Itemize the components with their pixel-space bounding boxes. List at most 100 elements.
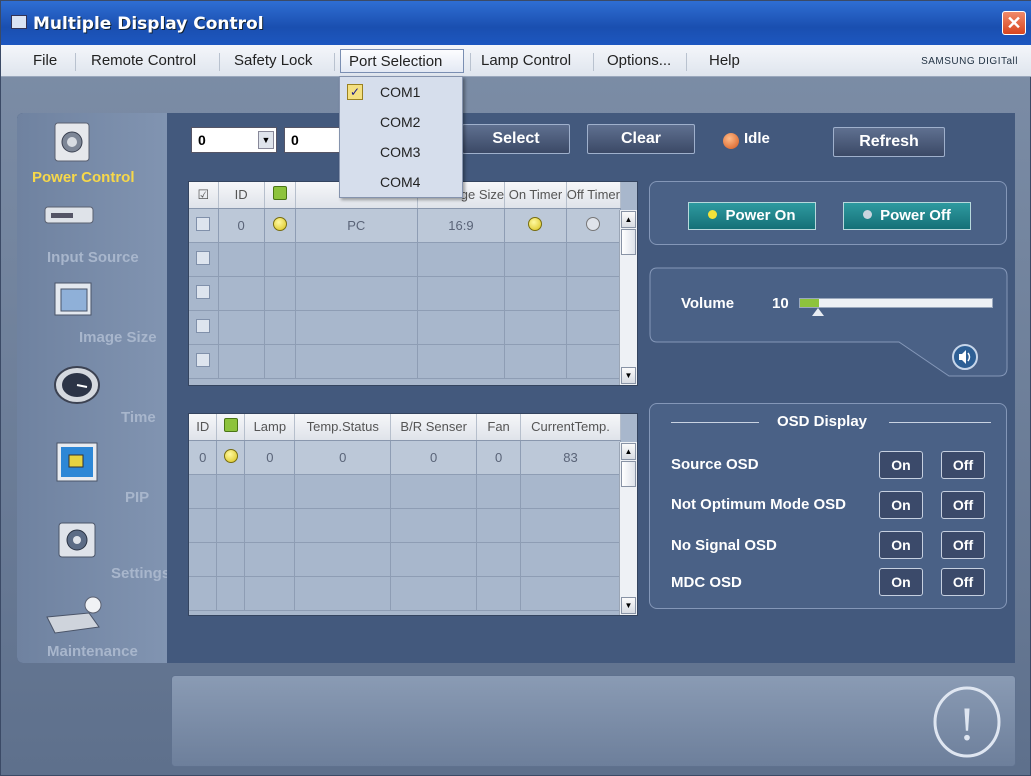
row-checkbox[interactable] — [196, 284, 211, 299]
menu-help[interactable]: Help — [701, 49, 748, 73]
cell-lamp: 0 — [244, 440, 296, 475]
volume-slider-thumb[interactable] — [812, 308, 824, 316]
port-option-com4[interactable]: COM4 — [340, 167, 462, 197]
not-optimum-osd-off-button[interactable]: Off — [941, 491, 985, 519]
no-signal-osd-on-button[interactable]: On — [879, 531, 923, 559]
scroll-thumb[interactable] — [621, 229, 636, 255]
cell-br-sensor: 0 — [390, 440, 478, 475]
speaker-icon[interactable] — [951, 343, 979, 371]
power-off-button[interactable]: Power Off — [843, 202, 971, 230]
source-osd-on-button[interactable]: On — [879, 451, 923, 479]
time-icon — [54, 366, 100, 404]
row-checkbox[interactable] — [196, 318, 211, 333]
sidebar: Power Control Input Source Image Size Ti… — [17, 113, 170, 663]
no-signal-osd-off-button[interactable]: Off — [941, 531, 985, 559]
menu-lamp-control[interactable]: Lamp Control — [473, 49, 579, 73]
scroll-up-icon[interactable]: ▲ — [621, 443, 636, 460]
refresh-button[interactable]: Refresh — [833, 127, 945, 157]
power-off-label: Power Off — [880, 207, 951, 224]
app-window: Multiple Display Control ✕ File Remote C… — [0, 0, 1031, 776]
table-row[interactable] — [189, 508, 621, 543]
pip-icon — [56, 442, 98, 482]
scroll-thumb[interactable] — [621, 461, 636, 487]
sidebar-item-image-size[interactable]: Image Size — [17, 273, 167, 351]
sidebar-item-pip[interactable]: PIP — [17, 433, 167, 511]
sidebar-label: Power Control — [32, 169, 135, 186]
volume-label: Volume — [681, 295, 735, 312]
port-option-label: COM3 — [380, 144, 421, 160]
scroll-up-icon[interactable]: ▲ — [621, 211, 636, 228]
cell-id: 0 — [189, 440, 218, 475]
status-text: Idle — [744, 130, 770, 147]
status-grid: ID Lamp Temp.Status B/R Senser Fan Curre… — [188, 413, 638, 616]
table-row[interactable] — [189, 310, 622, 345]
menu-port-selection[interactable]: Port Selection — [340, 49, 464, 73]
port-option-label: COM4 — [380, 174, 421, 190]
port-option-com3[interactable]: COM3 — [340, 137, 462, 167]
menu-separator — [75, 53, 76, 71]
power-on-button[interactable]: Power On — [688, 202, 816, 230]
column-header: Lamp — [244, 414, 296, 441]
mdc-osd-off-button[interactable]: Off — [941, 568, 985, 596]
vertical-scrollbar[interactable]: ▲ ▼ — [619, 442, 637, 615]
status-indicator-icon — [723, 133, 739, 149]
port-selection-dropdown: ✓ COM1 COM2 COM3 COM4 — [339, 76, 463, 198]
table-row[interactable] — [189, 542, 621, 577]
table-row[interactable] — [189, 242, 622, 277]
row-checkbox[interactable] — [196, 216, 211, 231]
close-button[interactable]: ✕ — [1002, 11, 1026, 35]
cell-temp-status: 0 — [294, 440, 392, 475]
maintenance-icon — [46, 596, 102, 634]
select-button[interactable]: Select — [462, 124, 570, 154]
table-row[interactable]: 0 0 0 0 0 83 — [189, 440, 621, 475]
select-all-checkbox[interactable]: ☑ — [189, 182, 219, 209]
scroll-down-icon[interactable]: ▼ — [621, 597, 636, 614]
port-option-com1[interactable]: ✓ COM1 — [340, 77, 462, 107]
row-checkbox[interactable] — [196, 352, 211, 367]
sidebar-item-settings[interactable]: Settings — [17, 513, 170, 591]
column-header: ID — [189, 414, 218, 441]
cell-id: 0 — [218, 208, 265, 243]
menu-file[interactable]: File — [25, 49, 65, 73]
dropdown-arrow-icon[interactable]: ▼ — [258, 131, 274, 149]
samsung-logo: SAMSUNG DIGITall — [921, 56, 1018, 67]
table-row[interactable] — [189, 474, 621, 509]
power-on-label: Power On — [725, 207, 796, 224]
cell-fan: 0 — [476, 440, 522, 475]
table-row[interactable] — [189, 344, 622, 379]
clear-button[interactable]: Clear — [587, 124, 695, 154]
menu-separator — [686, 53, 687, 71]
cell-image-size: 16:9 — [417, 208, 506, 243]
display-id-start-combo[interactable]: 0 ▼ — [191, 127, 277, 153]
menu-safety-lock[interactable]: Safety Lock — [226, 49, 320, 73]
sidebar-label: Time — [121, 409, 156, 426]
table-row[interactable] — [189, 276, 622, 311]
info-glyph: ! — [959, 698, 975, 751]
column-header: On Timer — [504, 182, 567, 209]
source-osd-off-button[interactable]: Off — [941, 451, 985, 479]
divider — [889, 422, 991, 423]
sidebar-item-time[interactable]: Time — [17, 353, 167, 431]
volume-value: 10 — [772, 295, 789, 312]
divider — [671, 422, 759, 423]
menu-options[interactable]: Options... — [599, 49, 679, 73]
sidebar-item-maintenance[interactable]: Maintenance — [17, 583, 167, 661]
column-header: CurrentTemp. — [520, 414, 621, 441]
table-row[interactable]: 0 PC 16:9 — [189, 208, 622, 243]
port-option-com2[interactable]: COM2 — [340, 107, 462, 137]
sidebar-item-power-control[interactable]: Power Control — [17, 113, 167, 191]
scroll-down-icon[interactable]: ▼ — [621, 367, 636, 384]
cell-input: PC — [295, 208, 418, 243]
menu-remote-control[interactable]: Remote Control — [83, 49, 204, 73]
mdc-osd-on-button[interactable]: On — [879, 568, 923, 596]
volume-slider[interactable] — [799, 298, 993, 308]
vertical-scrollbar[interactable]: ▲ ▼ — [619, 210, 637, 385]
sidebar-item-input-source[interactable]: Input Source — [17, 193, 167, 271]
display-id-end-combo[interactable]: 0 — [284, 127, 342, 153]
osd-no-signal-label: No Signal OSD — [671, 537, 777, 554]
not-optimum-osd-on-button[interactable]: On — [879, 491, 923, 519]
row-checkbox[interactable] — [196, 250, 211, 265]
column-header — [216, 414, 246, 441]
table-row[interactable] — [189, 576, 621, 611]
power-on-indicator-icon — [708, 210, 718, 219]
